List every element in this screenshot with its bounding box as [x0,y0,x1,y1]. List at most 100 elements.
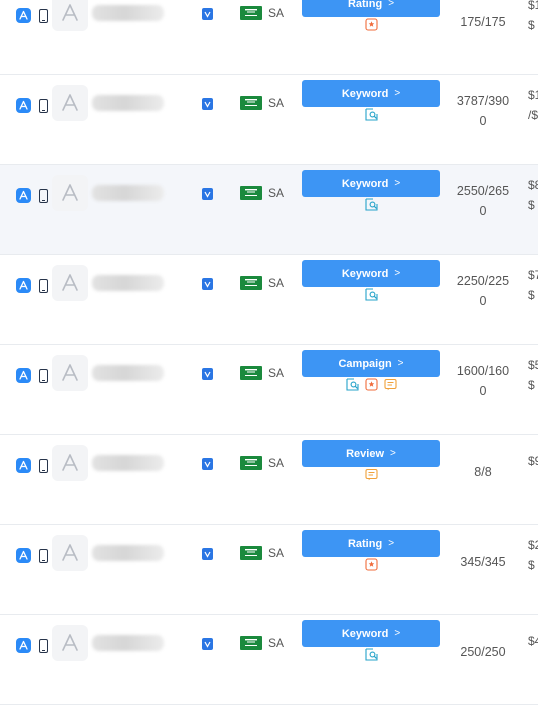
platform-icons [16,278,48,293]
campaign-table: SA Rating > 175/175 $1 $ SA Keyword > [0,0,538,705]
app-icon-placeholder [52,0,88,31]
app-store-icon [16,98,31,113]
price-line: $ [528,288,535,302]
app-icon-placeholder [52,85,88,121]
app-icon-placeholder [52,535,88,571]
app-name-blurred [92,365,164,381]
table-row: SA Campaign > 1600/160 0 $5 $ [0,345,538,435]
saudi-flag-icon [240,546,262,560]
task-type-button[interactable]: Campaign > [302,350,440,377]
task-subtype-icons [302,288,440,301]
task-type-button[interactable]: Keyword > [302,170,440,197]
chevron-right-icon: > [388,0,395,9]
iphone-icon [39,548,48,563]
task-type-label: Review [346,447,385,460]
store-tag-icon [202,98,213,110]
iphone-icon [39,458,48,473]
task-subtype-icons [302,108,440,121]
app-store-icon [16,8,31,23]
task-subtype-icons [302,198,440,211]
saudi-flag-icon [240,636,262,650]
task-type-button[interactable]: Keyword > [302,80,440,107]
price-line: $ [528,378,535,392]
review-task-icon [383,378,397,391]
chevron-right-icon: > [388,538,395,549]
saudi-flag-icon [240,96,262,110]
table-row: SA Review > 8/8 $9 [0,435,538,525]
app-name-blurred [92,95,164,111]
price: $2 $ [528,535,538,575]
task-type-label: Rating [347,0,383,10]
iphone-icon [39,638,48,653]
progress-line: 0 [479,384,487,398]
task-type-button[interactable]: Rating > [302,0,440,17]
chevron-right-icon: > [394,628,401,639]
app-icon-placeholder [52,445,88,481]
iphone-icon [39,98,48,113]
task-type-label: Rating [347,537,383,550]
app-name-blurred [92,545,164,561]
task-type-button[interactable]: Keyword > [302,620,440,647]
price-line: $ [528,18,535,32]
price: $7 $ [528,265,538,305]
platform-icons [16,368,48,383]
platform-icons [16,638,48,653]
progress-count: 345/345 [446,552,520,572]
progress-line: 0 [479,294,487,308]
star-task-icon [364,18,378,31]
table-row: SA Keyword > 250/250 $4 [0,615,538,705]
chevron-right-icon: > [397,358,404,369]
task-type-button[interactable]: Review > [302,440,440,467]
price: $1 /$ [528,85,538,125]
progress-count: 2250/225 0 [446,271,520,311]
progress-line: 2550/265 [456,184,510,198]
country-code: SA [268,546,285,560]
chevron-right-icon: > [394,268,401,279]
country-code: SA [268,636,285,650]
iphone-icon [39,368,48,383]
store-tag-icon [202,458,213,470]
task-type-label: Keyword [341,87,389,100]
price-line: $9 [528,454,538,468]
progress-line: 1600/160 [456,364,510,378]
table-row: SA Keyword > 2250/225 0 $7 $ [0,255,538,345]
price-line: $1 [528,88,538,102]
keyword-task-icon [364,288,378,301]
star-task-icon [364,558,378,571]
table-row: SA Rating > 175/175 $1 $ [0,0,538,75]
progress-line: 0 [479,114,487,128]
progress-count: 250/250 [446,642,520,662]
platform-icons [16,98,48,113]
app-store-icon [16,188,31,203]
task-subtype-icons [302,558,440,571]
app-name-blurred [92,635,164,651]
price-line: $5 [528,358,538,372]
app-store-icon [16,368,31,383]
store-tag-icon [202,8,213,20]
store-tag-icon [202,638,213,650]
price: $5 $ [528,355,538,395]
app-name-blurred [92,455,164,471]
table-row: SA Rating > 345/345 $2 $ [0,525,538,615]
progress-line: 250/250 [460,645,506,659]
progress-count: 2550/265 0 [446,181,520,221]
platform-icons [16,458,48,473]
task-type-label: Campaign [338,357,392,370]
task-subtype-icons [302,468,440,481]
price-line: /$ [528,108,538,122]
price-line: $4 [528,634,538,648]
price-line: $8 [528,178,538,192]
task-type-button[interactable]: Rating > [302,530,440,557]
app-store-icon [16,458,31,473]
app-icon-placeholder [52,355,88,391]
saudi-flag-icon [240,6,262,20]
app-store-icon [16,548,31,563]
progress-count: 3787/390 0 [446,91,520,131]
app-store-icon [16,278,31,293]
progress-line: 175/175 [460,15,506,29]
progress-count: 8/8 [446,462,520,482]
app-name-blurred [92,275,164,291]
task-type-button[interactable]: Keyword > [302,260,440,287]
task-subtype-icons [302,18,440,31]
country-code: SA [268,276,285,290]
